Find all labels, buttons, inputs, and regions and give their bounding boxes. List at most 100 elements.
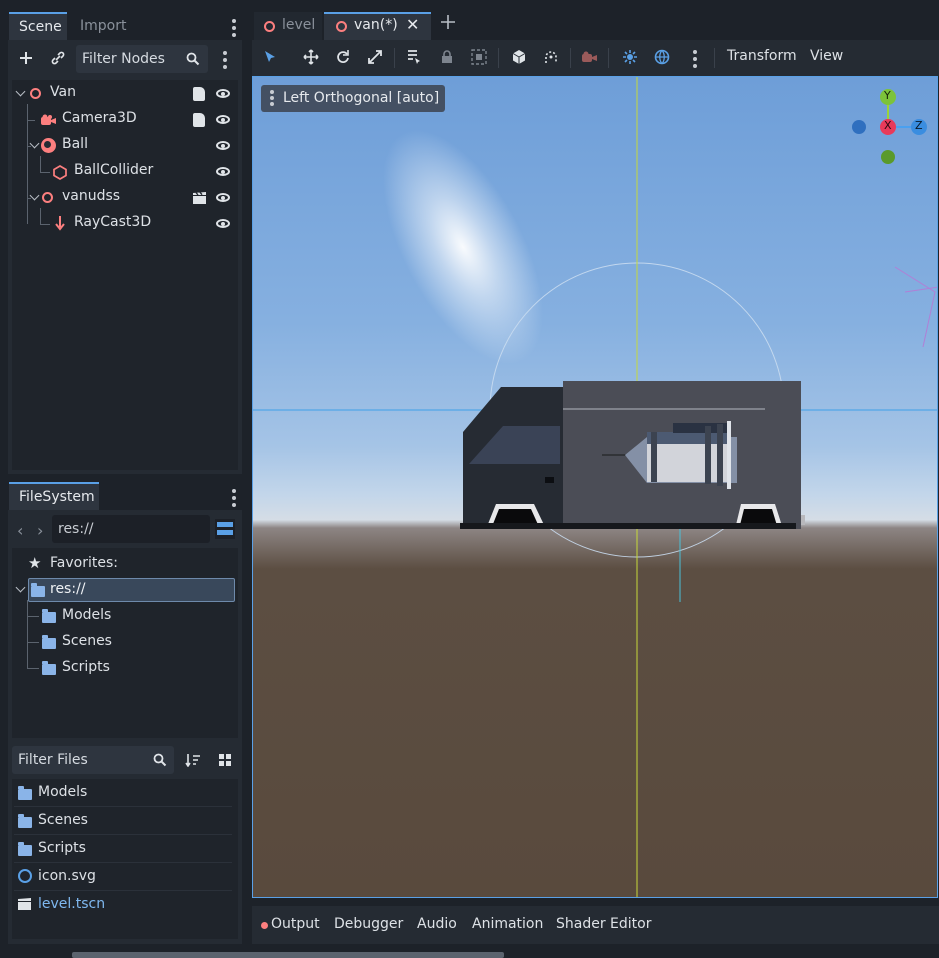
toolbar-separator <box>570 48 571 68</box>
folder-icon <box>18 814 32 828</box>
local-space-icon[interactable] <box>508 46 530 68</box>
tab-debugger[interactable]: Debugger <box>334 916 403 932</box>
tree-item-models[interactable]: Models <box>62 607 111 623</box>
plus-icon <box>20 52 32 64</box>
tree-guide <box>40 208 41 224</box>
scene-tree-options-icon[interactable] <box>223 51 227 72</box>
add-node-button[interactable] <box>16 48 36 68</box>
tab-animation[interactable]: Animation <box>472 916 543 932</box>
tree-node-raycast3d[interactable]: RayCast3D <box>74 214 151 230</box>
nav-back-icon[interactable]: ‹ <box>17 521 23 540</box>
tree-node-camera3d[interactable]: Camera3D <box>62 110 137 126</box>
viewport-3d[interactable]: Left Orthogonal [auto] Y X Z <box>252 76 938 898</box>
visibility-eye-icon[interactable] <box>216 219 230 228</box>
filesystem-path-input[interactable]: res:// <box>52 515 210 543</box>
split-mode-icon[interactable] <box>215 519 235 539</box>
visibility-eye-icon[interactable] <box>216 167 230 176</box>
gizmo-z-label: Z <box>915 119 923 132</box>
filter-files-input[interactable]: Filter Files <box>12 746 174 774</box>
tree-node-ball[interactable]: Ball <box>62 136 88 152</box>
new-tab-plus-icon[interactable] <box>441 15 455 33</box>
node3d-icon <box>30 88 41 99</box>
camera-preview-icon[interactable] <box>579 46 601 68</box>
svg-file-icon <box>18 869 32 883</box>
filter-files-placeholder: Filter Files <box>18 752 88 768</box>
folder-icon <box>31 583 45 597</box>
tree-item-scripts[interactable]: Scripts <box>62 659 110 675</box>
row-divider <box>14 834 232 835</box>
script-icon[interactable] <box>193 87 205 101</box>
tab-import[interactable]: Import <box>70 12 136 40</box>
visibility-eye-icon[interactable] <box>216 193 230 202</box>
snap-icon[interactable] <box>540 46 562 68</box>
tree-node-vanudss[interactable]: vanudss <box>62 188 120 204</box>
tree-guide <box>27 104 28 224</box>
view-mode-menu[interactable]: Left Orthogonal [auto] <box>261 85 446 112</box>
nav-forward-icon[interactable]: › <box>37 521 43 540</box>
file-item-level-tscn[interactable]: level.tscn <box>38 896 105 912</box>
star-icon: ★ <box>28 554 42 572</box>
visibility-eye-icon[interactable] <box>216 141 230 150</box>
close-tab-icon[interactable]: ✕ <box>406 15 419 34</box>
viewport-options-icon[interactable] <box>693 50 697 71</box>
tab-output[interactable]: Output <box>271 916 320 932</box>
row-divider <box>14 806 232 807</box>
sort-icon[interactable] <box>184 751 202 769</box>
scene-dock-menu-icon[interactable] <box>232 19 236 40</box>
move-tool-icon[interactable] <box>300 46 322 68</box>
tab-level[interactable]: level <box>254 12 322 40</box>
file-item-scenes[interactable]: Scenes <box>38 812 88 828</box>
filter-nodes-placeholder: Filter Nodes <box>82 51 165 67</box>
view-menu[interactable]: View <box>810 48 843 64</box>
tab-van[interactable]: van(*) ✕ <box>324 12 431 40</box>
list-select-icon[interactable] <box>403 46 425 68</box>
rigidbody-icon <box>41 138 56 153</box>
tree-node-van[interactable]: Van <box>50 84 76 100</box>
view-mode-label: Left Orthogonal [auto] <box>283 90 440 106</box>
file-item-models[interactable]: Models <box>38 784 87 800</box>
viewport-overlay <box>253 77 937 897</box>
select-tool-icon[interactable] <box>259 46 281 68</box>
group-icon[interactable] <box>468 46 490 68</box>
output-status-dot <box>261 922 268 929</box>
folder-icon <box>18 786 32 800</box>
horizontal-scrollbar[interactable] <box>72 952 504 958</box>
filesystem-menu-icon[interactable] <box>232 489 236 510</box>
filter-nodes-search-icon <box>184 50 202 68</box>
tab-filesystem[interactable]: FileSystem <box>9 482 99 510</box>
tree-guide <box>27 198 31 199</box>
tab-scene[interactable]: Scene <box>9 12 67 40</box>
raycast3d-icon <box>55 216 65 235</box>
instance-scene-button[interactable] <box>48 48 68 68</box>
open-scene-clapper-icon[interactable] <box>192 191 207 209</box>
tree-guide <box>27 668 39 669</box>
rotate-tool-icon[interactable] <box>332 46 354 68</box>
tree-item-scenes[interactable]: Scenes <box>62 633 112 649</box>
script-icon[interactable] <box>193 113 205 127</box>
tree-node-ballcollider[interactable]: BallCollider <box>74 162 153 178</box>
camera3d-icon <box>41 114 57 130</box>
tree-guide <box>40 224 50 225</box>
file-item-icon-svg[interactable]: icon.svg <box>38 868 96 884</box>
filesystem-path-value: res:// <box>58 521 94 537</box>
view-mode-kebab-icon <box>270 90 274 109</box>
gizmo-x-label: X <box>884 119 892 132</box>
transform-menu[interactable]: Transform <box>727 48 797 64</box>
scale-tool-icon[interactable] <box>364 46 386 68</box>
environment-preview-icon[interactable] <box>651 46 673 68</box>
visibility-eye-icon[interactable] <box>216 115 230 124</box>
grid-view-icon[interactable] <box>216 751 234 769</box>
tab-audio[interactable]: Audio <box>417 916 457 932</box>
tab-van-label: van(*) <box>354 17 398 33</box>
tree-item-res[interactable]: res:// <box>50 581 86 597</box>
tree-guide <box>27 600 28 668</box>
lock-icon[interactable] <box>436 46 458 68</box>
toolbar-separator <box>394 48 395 68</box>
collision-shape-icon <box>53 165 67 184</box>
file-item-scripts[interactable]: Scripts <box>38 840 86 856</box>
tab-shader-editor[interactable]: Shader Editor <box>556 916 651 932</box>
tree-guide <box>27 120 35 121</box>
sun-preview-icon[interactable] <box>619 46 641 68</box>
node3d-icon <box>264 21 275 32</box>
visibility-eye-icon[interactable] <box>216 89 230 98</box>
